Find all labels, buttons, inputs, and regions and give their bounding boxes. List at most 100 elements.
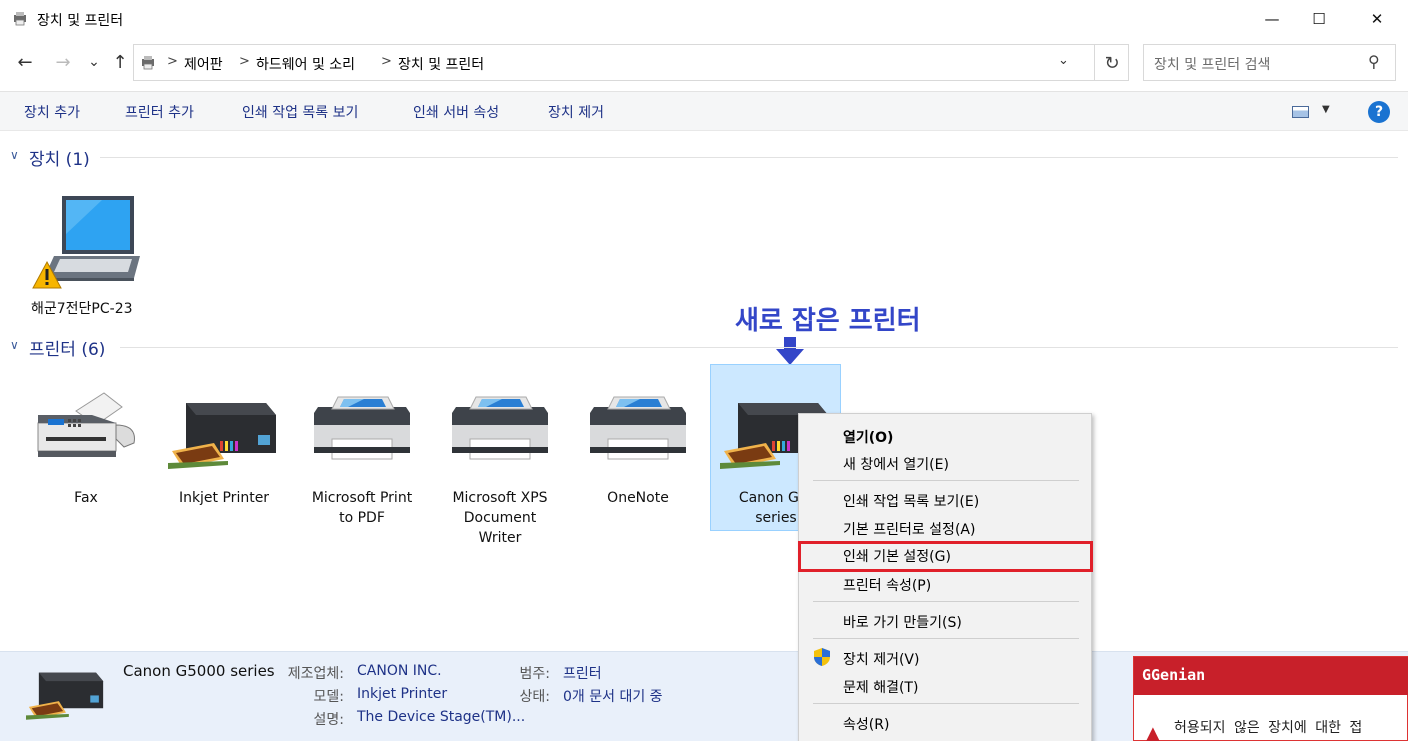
minimize-icon: — (1264, 10, 1280, 28)
device-label: 해군7전단PC-23 (31, 301, 133, 317)
search-icon[interactable]: ⚲ (1368, 52, 1380, 71)
shield-icon (814, 648, 830, 666)
command-bar: 장치 추가 프린터 추가 인쇄 작업 목록 보기 인쇄 서버 속성 장치 제거 … (0, 91, 1408, 131)
genian-notification[interactable]: GGenian ▲ 허용되지 않은 장치에 대한 접 (1133, 656, 1408, 741)
detail-device-name: Canon G5000 series (123, 662, 275, 680)
search-box[interactable]: 장치 및 프린터 검색 ⚲ (1143, 44, 1396, 81)
breadcrumb-devices-printers[interactable]: 장치 및 프린터 (398, 54, 484, 74)
detail-label: 제조업체: (287, 666, 344, 682)
inkjet-printer-icon (26, 672, 104, 720)
printer-label: Fax (74, 490, 98, 506)
breadcrumb-control-panel[interactable]: 제어판 (184, 54, 223, 74)
detail-value: Inkjet Printer (357, 686, 448, 702)
detail-value: CANON INC. (357, 663, 442, 679)
printers-group-collapse-icon[interactable]: ∨ (10, 338, 19, 352)
menu-item-open[interactable]: 열기(O) (843, 427, 893, 447)
menu-item-troubleshoot[interactable]: 문제 해결(T) (843, 677, 918, 697)
recent-locations-button[interactable]: ⌄ (84, 48, 104, 76)
devices-and-printers-window: 장치 및 프린터 — ☐ ✕ ← → ⌄ ↑ > 제어판 > 하드웨어 및 소리… (0, 0, 1408, 741)
see-whats-printing-button[interactable]: 인쇄 작업 목록 보기 (242, 102, 358, 122)
arrow-down-icon (776, 337, 804, 365)
add-device-button[interactable]: 장치 추가 (24, 102, 80, 122)
genian-header: GGenian (1134, 657, 1408, 695)
detail-label: 모델: (313, 689, 344, 705)
group-divider (120, 347, 1398, 348)
printer-icon (590, 396, 686, 460)
detail-label: 범주: (519, 666, 550, 682)
detail-label: 상태: (519, 689, 550, 705)
menu-item-see-whats-printing[interactable]: 인쇄 작업 목록 보기(E) (843, 491, 979, 511)
printer-label: Writer (478, 530, 522, 546)
printer-label: OneNote (607, 490, 669, 506)
menu-item-printer-properties[interactable]: 프린터 속성(P) (843, 575, 931, 595)
window-title: 장치 및 프린터 (37, 13, 124, 29)
title-bar: 장치 및 프린터 — ☐ ✕ (0, 0, 1408, 38)
printer-item-fax[interactable]: Fax (22, 385, 150, 515)
printer-item-inkjet[interactable]: Inkjet Printer (160, 385, 288, 515)
arrow-right-icon: → (55, 51, 71, 73)
forward-button[interactable]: → (50, 48, 76, 76)
address-bar[interactable]: > 제어판 > 하드웨어 및 소리 > 장치 및 프린터 ⌄ ↻ (133, 44, 1129, 81)
refresh-button[interactable]: ↻ (1098, 49, 1126, 77)
printer-label: Document (463, 510, 537, 526)
context-menu: 열기(O) 새 창에서 열기(E) 인쇄 작업 목록 보기(E) 기본 프린터로… (798, 413, 1093, 741)
menu-separator (813, 480, 1079, 481)
maximize-icon: ☐ (1312, 10, 1326, 28)
printer-label: Microsoft XPS (452, 490, 548, 506)
chevron-down-icon: ⌄ (88, 54, 100, 70)
breadcrumb-separator: > (239, 54, 250, 69)
detail-value: The Device Stage(TM)... (357, 709, 526, 725)
devices-group-collapse-icon[interactable]: ∨ (10, 148, 19, 162)
printer-item-onenote[interactable]: OneNote (574, 385, 702, 515)
divider (1094, 45, 1095, 80)
arrow-left-icon: ← (17, 51, 33, 73)
printer-item-print-to-pdf[interactable]: Microsoft Print to PDF (298, 385, 426, 526)
laptop-warning-icon (32, 196, 140, 289)
menu-separator (813, 703, 1079, 704)
maximize-button[interactable]: ☐ (1296, 0, 1342, 38)
refresh-icon: ↻ (1104, 52, 1120, 74)
genian-logo-g: G (1142, 666, 1152, 684)
breadcrumb-hardware-sound[interactable]: 하드웨어 및 소리 (256, 54, 355, 74)
print-server-properties-button[interactable]: 인쇄 서버 속성 (413, 102, 499, 122)
close-button[interactable]: ✕ (1354, 0, 1400, 38)
detail-value: 0개 문서 대기 중 (563, 689, 663, 705)
breadcrumb-separator: > (167, 54, 178, 69)
printer-label: Microsoft Print (311, 490, 413, 506)
change-view-icon[interactable] (1292, 106, 1309, 118)
menu-separator (813, 638, 1079, 639)
printer-icon (452, 396, 548, 460)
help-button[interactable]: ? (1368, 101, 1390, 123)
devices-group-title[interactable]: 장치 (1) (29, 145, 90, 170)
remove-device-button[interactable]: 장치 제거 (548, 102, 604, 122)
menu-item-create-shortcut[interactable]: 바로 가기 만들기(S) (843, 612, 962, 632)
minimize-button[interactable]: — (1249, 0, 1295, 38)
address-dropdown-icon[interactable]: ⌄ (1058, 53, 1069, 68)
menu-separator (813, 601, 1079, 602)
close-icon: ✕ (1370, 10, 1384, 28)
back-button[interactable]: ← (12, 48, 38, 76)
devices-printers-icon (14, 12, 26, 26)
device-item[interactable]: 해군7전단PC-23 (24, 190, 154, 320)
printer-item-xps-writer[interactable]: Microsoft XPS Document Writer (436, 385, 564, 546)
group-divider (100, 157, 1398, 158)
up-button[interactable]: ↑ (107, 48, 133, 76)
menu-item-set-default-printer[interactable]: 기본 프린터로 설정(A) (843, 519, 975, 539)
view-dropdown-icon[interactable]: ▼ (1322, 104, 1330, 115)
warning-icon: ▲ (1146, 723, 1160, 741)
genian-logo-text: Genian (1151, 666, 1206, 684)
devices-printers-icon (142, 56, 154, 70)
breadcrumb-separator: > (381, 54, 392, 69)
search-placeholder: 장치 및 프린터 검색 (1154, 57, 1271, 73)
detail-value: 프린터 (563, 666, 602, 682)
printers-group-title[interactable]: 프린터 (6) (29, 335, 105, 360)
fax-icon (37, 392, 135, 457)
menu-item-remove-device[interactable]: 장치 제거(V) (843, 649, 919, 669)
add-printer-button[interactable]: 프린터 추가 (125, 102, 194, 122)
highlight-box (798, 541, 1093, 572)
arrow-up-icon: ↑ (112, 51, 128, 73)
menu-item-open-new-window[interactable]: 새 창에서 열기(E) (843, 454, 949, 474)
menu-item-properties[interactable]: 속성(R) (843, 714, 889, 734)
inkjet-printer-icon (168, 403, 276, 469)
printer-icon (314, 396, 410, 460)
